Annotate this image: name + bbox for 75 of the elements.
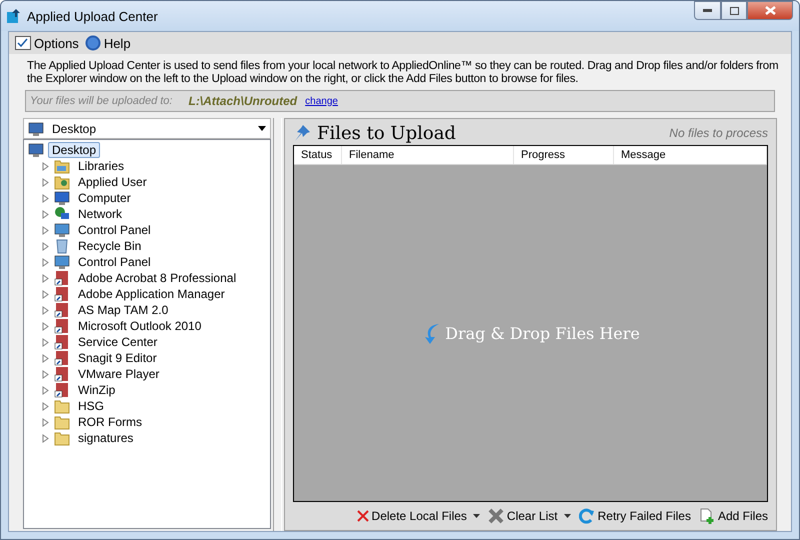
add-file-icon [698,508,715,524]
refresh-icon [578,508,595,524]
retry-button[interactable]: Retry Failed Files [578,508,691,524]
folder-icon [54,414,70,430]
folder-icon [54,398,70,414]
tree-item[interactable]: AS Map TAM 2.0 [74,302,172,318]
maximize-icon [730,6,738,14]
tree-item[interactable]: signatures [74,430,138,446]
status-text: No files to process [669,126,768,140]
tree-item[interactable]: HSG [74,398,108,414]
control-panel-icon [54,222,70,238]
user-folder-icon [54,174,70,190]
library-folder-icon [54,158,70,174]
tree-item[interactable]: Service Center [74,334,162,350]
tree-item[interactable]: Snagit 9 Editor [74,350,161,366]
close-icon [764,6,776,15]
tree-item[interactable]: Recycle Bin [74,238,146,254]
folder-icon [54,430,70,446]
tree-item[interactable]: Microsoft Outlook 2010 [74,318,206,334]
destination-path: L:\Attach\Unrouted [188,94,298,108]
tree-item[interactable]: Libraries [74,158,128,174]
destination-label: Your files will be uploaded to: [30,95,172,107]
shortcut-icon [54,334,70,350]
control-panel-icon [54,254,70,270]
add-files-button[interactable]: Add Files [698,508,768,524]
tree-item[interactable]: Control Panel [74,254,155,270]
maximize-button[interactable] [721,1,747,20]
shortcut-icon [54,382,70,398]
tree-item[interactable]: Computer [74,190,135,206]
column-header[interactable]: Message [614,146,767,164]
shortcut-icon [54,302,70,318]
desktop-icon [28,142,44,158]
caret-icon [472,514,480,518]
description-text: The Applied Upload Center is used to send files from your local network to AppliedOnline™ so they can be routed. Drag and Drop files and/or folders from the Explorer window on the left to the Upload window on the right, or click the Add Files button to browse for files. [27,60,780,86]
delete-files-button[interactable]: Delete Local Files [356,509,480,523]
column-header[interactable]: Status [294,146,342,164]
tree-item[interactable]: Adobe Acrobat 8 Professional [74,270,240,286]
tree-item[interactable]: Network [74,206,126,222]
change-link[interactable]: change [305,96,338,106]
computer-icon [54,190,70,206]
tree-item[interactable]: Adobe Application Manager [74,286,229,302]
recycle-bin-icon [54,238,70,254]
network-icon [54,206,70,222]
tree-item[interactable]: Applied User [74,174,151,190]
column-header[interactable]: Filename [342,146,514,164]
close-icon [488,508,504,524]
dropdown-arrow-icon [258,126,266,131]
location-dropdown[interactable]: Desktop [23,118,271,139]
shortcut-icon [54,286,70,302]
tree-item[interactable]: WinZip [74,382,120,398]
help-button[interactable]: Help [84,35,131,51]
shortcut-icon [54,350,70,366]
drop-hint: Drag & Drop Files Here [445,324,640,342]
close-button[interactable] [747,1,793,20]
shortcut-icon [54,366,70,382]
close-icon [356,510,369,522]
shortcut-icon [54,318,70,334]
app-icon [7,9,21,23]
column-header[interactable]: Progress [514,146,614,164]
minimize-icon [703,9,712,12]
tree-item[interactable]: ROR Forms [74,414,146,430]
minimize-button[interactable] [694,1,721,20]
help-icon [84,35,101,51]
tree-item[interactable]: Control Panel [74,222,155,238]
tree-item[interactable]: Desktop [48,142,100,158]
tree-item[interactable]: VMware Player [74,366,164,382]
caret-icon [564,514,571,518]
options-button[interactable]: Options [15,36,79,50]
shortcut-icon [54,270,70,286]
checkbox-icon [15,36,31,50]
desktop-icon [28,120,44,136]
window-title: Applied Upload Center [27,8,158,24]
splitter[interactable] [273,118,282,531]
panel-title: Files to Upload [317,122,456,144]
clear-list-button[interactable]: Clear List [488,508,571,524]
